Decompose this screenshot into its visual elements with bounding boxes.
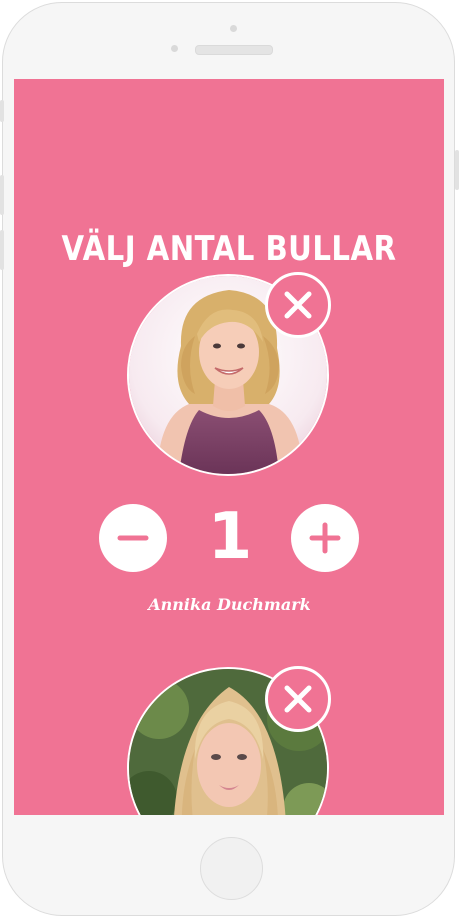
plus-icon (309, 522, 341, 554)
camera-icon (230, 25, 237, 32)
person-name: Annika Duchmark (148, 595, 311, 614)
increment-button[interactable] (291, 504, 359, 572)
close-icon (284, 291, 312, 319)
remove-person-button[interactable] (265, 666, 331, 732)
minus-icon (117, 535, 149, 541)
close-icon (284, 685, 312, 713)
app-screen: VÄLJ ANTAL BULLAR - Steg 2/3 - (14, 79, 444, 815)
side-button-power (455, 150, 459, 190)
decrement-button[interactable] (99, 504, 167, 572)
side-button-volume-down (0, 230, 4, 270)
home-button[interactable] (200, 837, 263, 900)
side-button-volume-up (0, 175, 4, 215)
speaker-grille (195, 45, 273, 55)
quantity-value: 1 (207, 500, 253, 574)
side-button-mute (0, 100, 4, 122)
sensor-icon (171, 45, 178, 52)
page-title: VÄLJ ANTAL BULLAR (61, 229, 397, 269)
remove-person-button[interactable] (265, 272, 331, 338)
